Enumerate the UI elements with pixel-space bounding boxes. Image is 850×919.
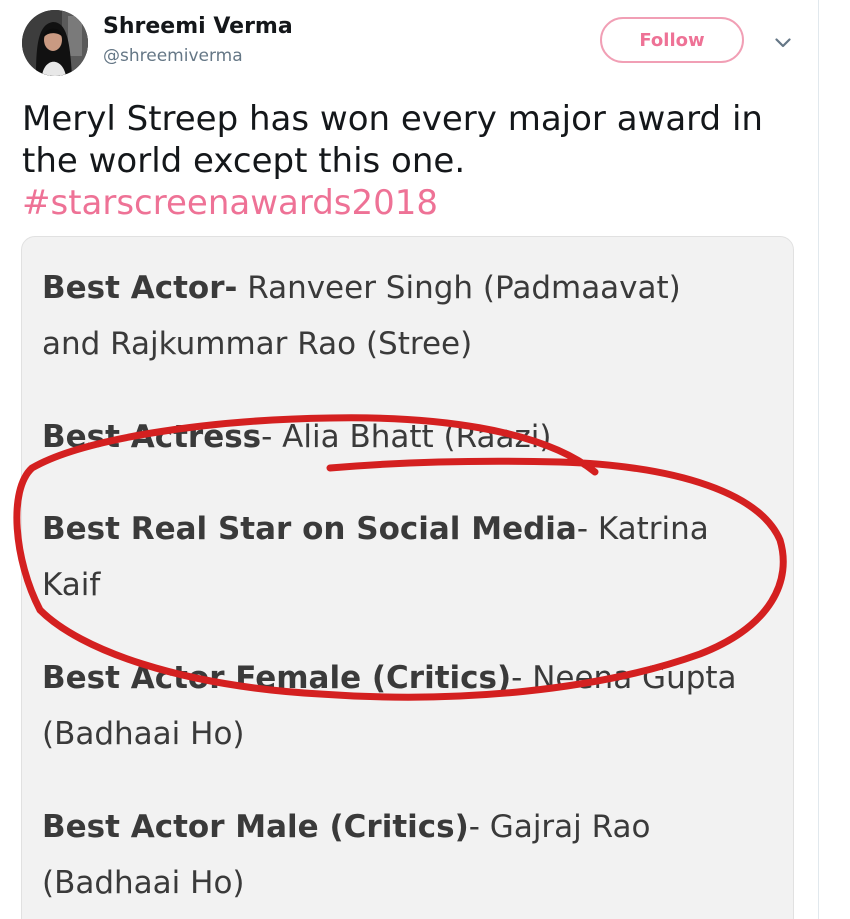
award-winner: Ranveer Singh (Padmaavat) xyxy=(237,270,681,306)
avatar-photo xyxy=(22,10,88,76)
award-winner: - Neena Gupta xyxy=(511,660,737,696)
award-category: Best Actor Male (Critics) xyxy=(42,809,469,845)
award-entry: Best Actor- Ranveer Singh (Padmaavat) an… xyxy=(42,260,802,372)
award-category: Best Actor Female (Critics) xyxy=(42,660,512,696)
tweet-text: Meryl Streep has won every major award i… xyxy=(22,98,802,224)
award-entry: Best Actor Male (Critics)- Gajraj Rao (B… xyxy=(42,799,802,911)
award-winner-continued: (Badhaai Ho) xyxy=(42,865,245,901)
award-entry: Best Actor Female (Critics)- Neena Gupta… xyxy=(42,650,802,762)
tweet-menu-button[interactable] xyxy=(770,32,796,54)
user-display-name[interactable]: Shreemi Verma xyxy=(103,14,293,39)
award-winner: - Alia Bhatt (Raazi) xyxy=(261,419,552,455)
user-handle[interactable]: @shreemiverma xyxy=(103,46,243,66)
award-entry: Best Actress- Alia Bhatt (Raazi) xyxy=(42,409,802,465)
award-winner: - Gajraj Rao xyxy=(468,809,651,845)
avatar[interactable] xyxy=(22,10,88,76)
hashtag-link[interactable]: #starscreenawards2018 xyxy=(22,182,802,224)
follow-button[interactable]: Follow xyxy=(600,17,744,63)
award-category: Best Actor- xyxy=(42,270,238,306)
award-entry: Best Real Star on Social Media- Katrina … xyxy=(42,501,802,613)
award-category: Best Real Star on Social Media xyxy=(42,511,577,547)
award-winner: - Katrina xyxy=(576,511,709,547)
tweet-text-line: the world except this one. xyxy=(22,141,466,181)
timeline-border xyxy=(818,0,819,919)
chevron-down-icon xyxy=(775,38,791,48)
award-winner-continued: and Rajkummar Rao (Stree) xyxy=(42,326,473,362)
tweet: Shreemi Verma @shreemiverma Follow Meryl… xyxy=(0,0,850,919)
award-winner-continued: (Badhaai Ho) xyxy=(42,716,245,752)
award-category: Best Actress xyxy=(42,419,262,455)
award-winner-continued: Kaif xyxy=(42,567,101,603)
tweet-text-line: Meryl Streep has won every major award i… xyxy=(22,99,763,139)
